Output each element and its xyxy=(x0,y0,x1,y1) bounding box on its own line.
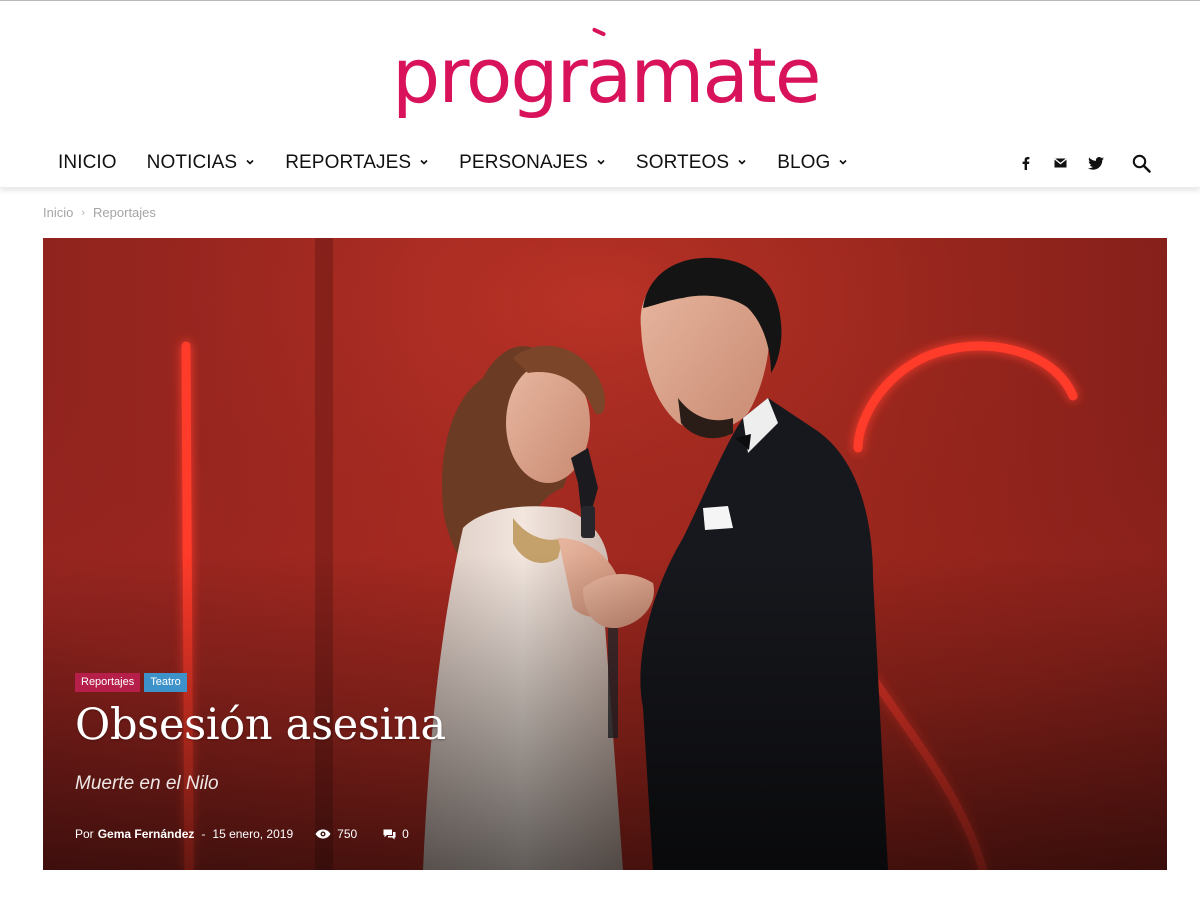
nav-item-reportajes[interactable]: REPORTAJES xyxy=(270,138,444,188)
breadcrumb-home[interactable]: Inicio xyxy=(43,205,73,220)
nav-item-sorteos[interactable]: SORTEOS xyxy=(621,138,762,188)
comment-icon xyxy=(383,829,396,839)
category-tag-teatro[interactable]: Teatro xyxy=(144,673,187,692)
breadcrumb-current[interactable]: Reportajes xyxy=(93,205,156,220)
article-meta: Por Gema Fernández - 15 enero, 2019 750 … xyxy=(75,826,409,842)
chevron-down-icon xyxy=(246,159,254,165)
publish-date: 15 enero, 2019 xyxy=(212,827,294,841)
author-link[interactable]: Gema Fernández xyxy=(98,827,195,841)
twitter-icon xyxy=(1088,156,1104,170)
eye-icon xyxy=(315,829,331,839)
nav-item-inicio[interactable]: INICIO xyxy=(43,138,132,188)
logo-wordmark: programate xyxy=(392,31,822,120)
chevron-down-icon xyxy=(839,159,847,165)
nav-item-personajes[interactable]: PERSONAJES xyxy=(444,138,621,188)
facebook-link[interactable] xyxy=(1008,138,1042,188)
article-subtitle: Muerte en el Nilo xyxy=(75,773,219,794)
view-count-value: 750 xyxy=(337,827,358,841)
breadcrumb-separator-icon: › xyxy=(81,206,86,219)
nav-item-label: INICIO xyxy=(58,152,117,173)
main-navbar: INICIO NOTICIAS REPORTAJES PERSONAJES SO… xyxy=(0,138,1200,188)
nav-item-label: SORTEOS xyxy=(635,152,730,173)
nav-item-noticias[interactable]: NOTICIAS xyxy=(132,138,271,188)
author-prefix: Por xyxy=(75,827,94,841)
breadcrumb: Inicio › Reportajes xyxy=(43,205,156,220)
chevron-down-icon xyxy=(597,159,605,165)
nav-item-label: PERSONAJES xyxy=(459,152,588,173)
nav-menu: INICIO NOTICIAS REPORTAJES PERSONAJES SO… xyxy=(43,138,863,188)
nav-item-label: NOTICIAS xyxy=(146,152,238,173)
nav-item-label: BLOG xyxy=(777,152,831,173)
mail-link[interactable] xyxy=(1043,138,1077,188)
facebook-icon xyxy=(1022,157,1029,170)
comment-count-value: 0 xyxy=(402,827,409,841)
nav-item-label: REPORTAJES xyxy=(285,152,412,173)
search-icon xyxy=(1132,154,1151,173)
mail-icon xyxy=(1053,158,1067,168)
comment-count[interactable]: 0 xyxy=(383,827,409,841)
top-border xyxy=(0,0,1200,1)
category-tag-reportajes[interactable]: Reportajes xyxy=(75,673,141,692)
category-tags: Reportajes Teatro xyxy=(75,673,187,692)
site-logo[interactable]: programate xyxy=(392,27,822,124)
twitter-link[interactable] xyxy=(1079,138,1113,188)
meta-separator: - xyxy=(201,827,206,841)
view-count: 750 xyxy=(315,827,357,841)
search-button[interactable] xyxy=(1124,138,1158,188)
article-title[interactable]: Obsesión asesina xyxy=(75,700,446,750)
chevron-down-icon xyxy=(420,159,428,165)
nav-item-blog[interactable]: BLOG xyxy=(762,138,863,188)
chevron-down-icon xyxy=(738,159,746,165)
